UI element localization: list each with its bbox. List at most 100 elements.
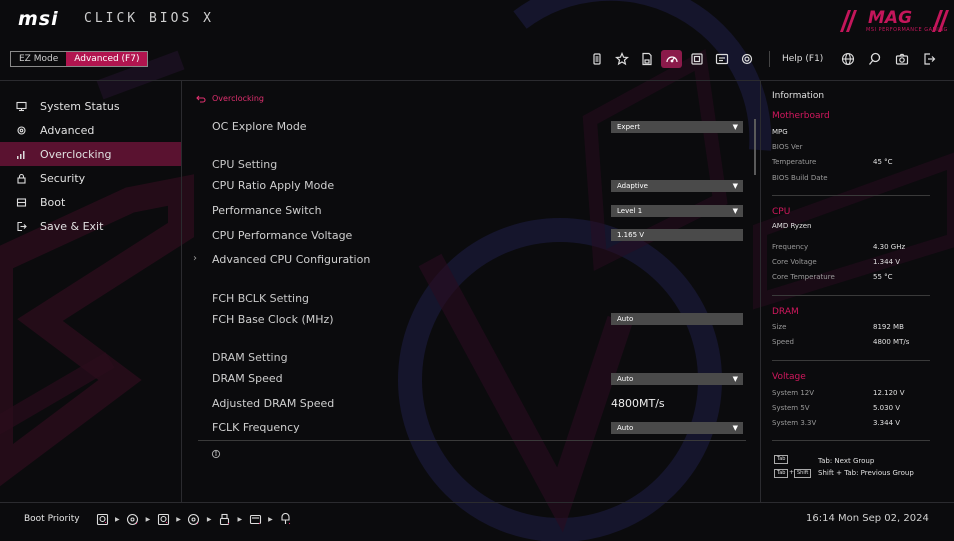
bios-build-date-label: BIOS Build Date xyxy=(772,174,828,182)
core-temperature-label: Core Temperature xyxy=(772,273,835,281)
fclk-frequency-dropdown[interactable]: Auto ▼ xyxy=(611,422,743,434)
setting-label: Advanced CPU Configuration xyxy=(212,253,371,266)
motherboard-model: MPG xyxy=(772,128,788,136)
chevron-right-icon: › xyxy=(193,253,197,264)
mode-switch: EZ Mode Advanced (F7) xyxy=(10,51,149,67)
boot-priority-label: Boot Priority xyxy=(24,514,80,524)
boot-order-arrow: ▶ xyxy=(176,515,181,523)
info-divider xyxy=(772,360,930,361)
setting-label: CPU Ratio Apply Mode xyxy=(212,179,335,192)
screenshot-camera-icon[interactable] xyxy=(891,50,913,68)
boot-order-arrow: ▶ xyxy=(145,515,151,523)
advanced-mode-button[interactable]: Advanced (F7) xyxy=(66,52,148,66)
core-voltage-value: 1.344 V xyxy=(873,258,901,266)
hdd-icon[interactable] xyxy=(95,512,109,526)
info-title: Information xyxy=(772,91,825,101)
msi-logo: msi xyxy=(18,8,59,30)
info-panel-divider xyxy=(760,81,761,502)
shift-key-badge: Shift xyxy=(794,469,812,478)
favorites-star-icon[interactable] xyxy=(611,50,632,68)
section-heading: FCH BCLK Setting xyxy=(212,292,310,305)
system-12v-label: System 12V xyxy=(772,389,815,397)
signal-bars-icon xyxy=(15,148,27,160)
hardware-monitor-icon[interactable] xyxy=(686,50,707,68)
dram-speed-label: Speed xyxy=(772,338,794,346)
tab-key-badge: Tab xyxy=(774,469,789,478)
performance-switch-dropdown[interactable]: Level 1 ▼ xyxy=(611,205,743,217)
tab-key-badge: Tab xyxy=(774,455,789,464)
sidebar: System Status Advanced Overclocking Secu… xyxy=(0,94,181,238)
sidebar-item-label: Save & Exit xyxy=(40,219,104,233)
sidebar-item-label: Boot xyxy=(40,195,66,209)
language-globe-icon[interactable] xyxy=(837,50,859,68)
cpu-ratio-apply-mode-dropdown[interactable]: Adaptive ▼ xyxy=(611,180,743,192)
section-heading: DRAM Setting xyxy=(212,351,288,364)
oc-explore-mode-dropdown[interactable]: Expert ▼ xyxy=(611,121,743,133)
sidebar-item-save-exit[interactable]: Save & Exit xyxy=(0,214,181,238)
boot-icon xyxy=(15,196,27,208)
usb-icon[interactable] xyxy=(218,512,232,526)
fch-base-clock-field[interactable]: Auto xyxy=(611,313,743,325)
cpu-fan-icon[interactable] xyxy=(586,50,607,68)
sidebar-item-label: Security xyxy=(40,171,86,185)
search-icon[interactable] xyxy=(864,50,886,68)
previous-group-hint: Shift + Tab: Previous Group xyxy=(818,469,914,477)
board-explorer-icon[interactable] xyxy=(711,50,732,68)
dram-speed-dropdown[interactable]: Auto ▼ xyxy=(611,373,743,385)
cpu-performance-voltage-field[interactable]: 1.165 V xyxy=(611,229,743,241)
sidebar-item-system-status[interactable]: System Status xyxy=(0,94,181,118)
sidebar-item-advanced[interactable]: Advanced xyxy=(0,118,181,142)
monitor-icon xyxy=(15,100,27,112)
setting-label: Adjusted DRAM Speed xyxy=(212,397,335,410)
cd-icon[interactable] xyxy=(187,512,201,526)
setting-label: DRAM Speed xyxy=(212,372,283,385)
setting-label: Performance Switch xyxy=(212,204,322,217)
network-icon[interactable] xyxy=(279,512,293,526)
hdd-icon[interactable] xyxy=(156,512,170,526)
background-decoration xyxy=(0,0,954,541)
back-arrow-icon xyxy=(196,95,206,103)
sidebar-item-boot[interactable]: Boot xyxy=(0,190,181,214)
dram-size-label: Size xyxy=(772,323,787,331)
brand-logo: MAG MSI PERFORMANCE GAMING xyxy=(839,6,954,34)
info-divider xyxy=(772,195,930,196)
boot-order-arrow: ▶ xyxy=(206,515,212,523)
sidebar-divider xyxy=(181,81,182,502)
ez-mode-button[interactable]: EZ Mode xyxy=(11,52,66,66)
breadcrumb[interactable]: Overclocking xyxy=(196,94,264,103)
next-group-hint: Tab: Next Group xyxy=(818,457,875,465)
system-5v-value: 5.030 V xyxy=(873,404,901,412)
settings-file-icon[interactable] xyxy=(636,50,657,68)
overclocking-gauge-icon[interactable] xyxy=(661,50,682,68)
help-divider xyxy=(198,440,746,441)
chip-icon[interactable] xyxy=(736,50,757,68)
sidebar-item-label: Overclocking xyxy=(40,147,112,161)
brand-name: MAG xyxy=(868,8,913,28)
cd-icon[interactable] xyxy=(126,512,140,526)
footer-divider xyxy=(0,502,954,503)
sidebar-item-overclocking[interactable]: Overclocking xyxy=(0,142,181,166)
header-divider xyxy=(0,80,954,81)
boot-priority-bar: ▶ ▶ ▶ ▶ ▶ ▶ xyxy=(95,512,293,526)
lock-icon xyxy=(15,172,27,184)
voltage-header: Voltage xyxy=(772,372,806,382)
boot-order-arrow: ▶ xyxy=(268,515,273,523)
system-33v-value: 3.344 V xyxy=(873,419,901,427)
frequency-label: Frequency xyxy=(772,243,809,251)
bios-ver-label: BIOS Ver xyxy=(772,143,803,151)
setting-label: FCH Base Clock (MHz) xyxy=(212,313,334,326)
setting-label: CPU Performance Voltage xyxy=(212,229,353,242)
section-heading: CPU Setting xyxy=(212,158,278,171)
frequency-value: 4.30 GHz xyxy=(873,243,906,251)
dropdown-arrow-icon: ▼ xyxy=(732,207,738,215)
system-33v-label: System 3.3V xyxy=(772,419,817,427)
info-divider xyxy=(772,295,930,296)
help-button[interactable]: Help (F1) xyxy=(782,54,823,64)
toolbar: Help (F1) xyxy=(586,50,945,68)
boot-order-arrow: ▶ xyxy=(237,515,243,523)
sidebar-item-label: Advanced xyxy=(40,123,95,137)
usb-drive-icon[interactable] xyxy=(248,512,262,526)
scrollbar[interactable] xyxy=(754,119,756,175)
sidebar-item-security[interactable]: Security xyxy=(0,166,181,190)
exit-icon[interactable] xyxy=(918,50,940,68)
